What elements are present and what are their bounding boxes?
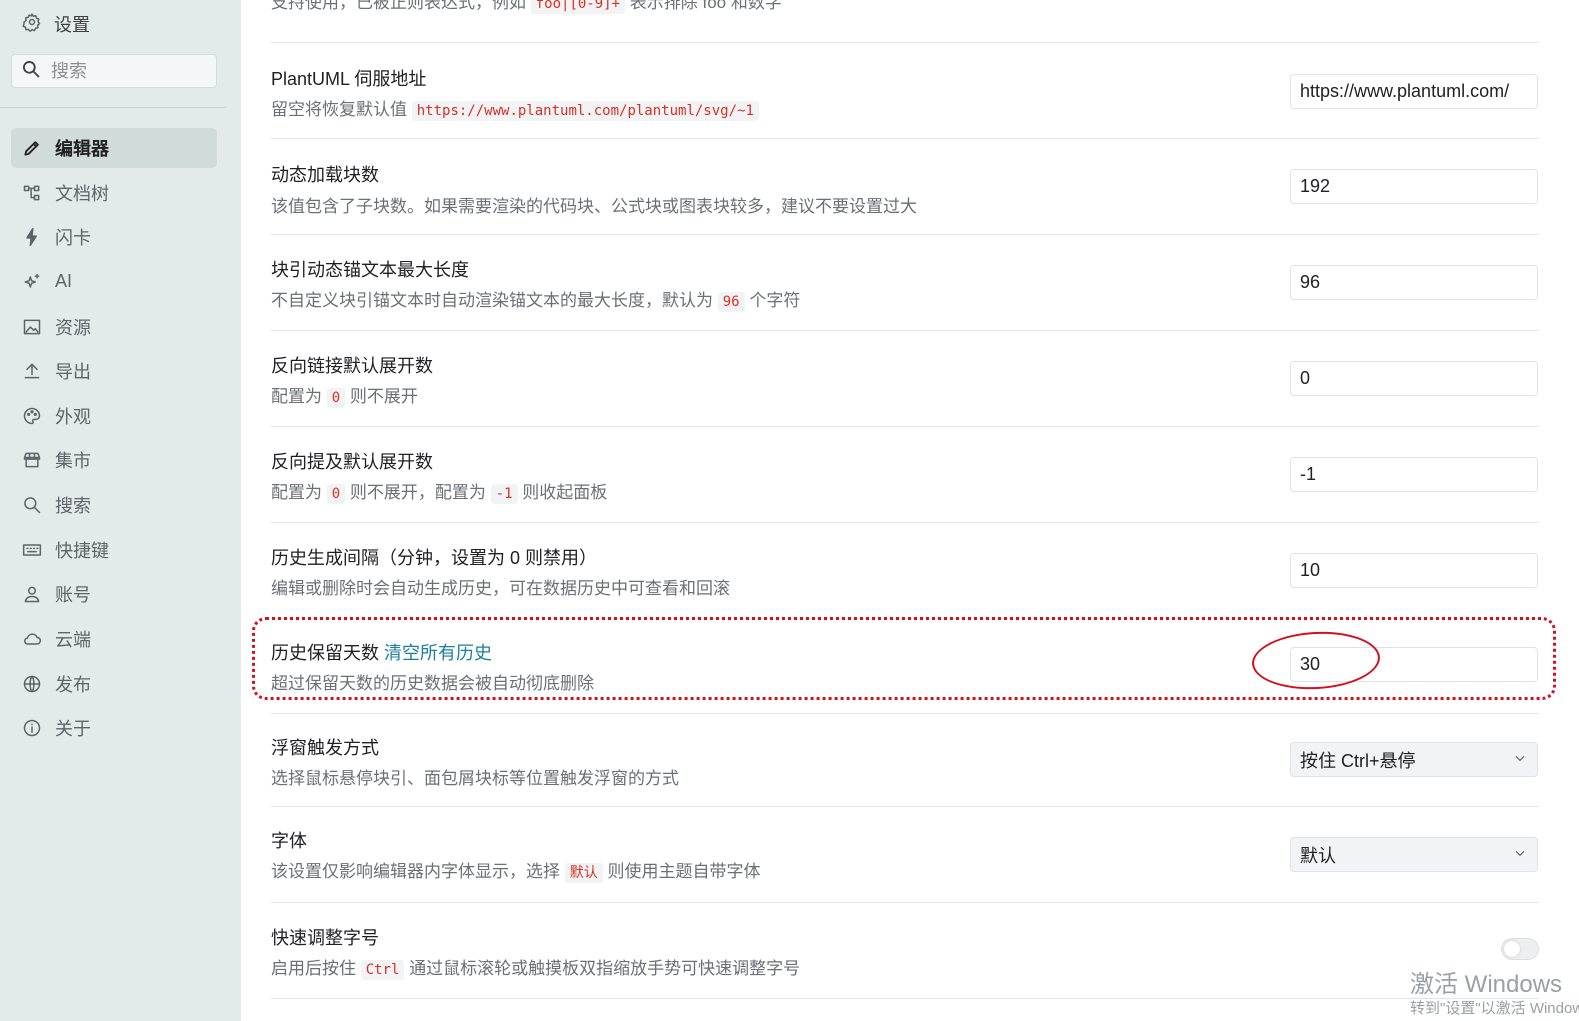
sidebar-item-label: 导出 xyxy=(55,362,91,383)
setting-label: 快速调整字号 xyxy=(271,928,379,948)
sidebar-item-search[interactable]: 搜索 xyxy=(11,485,217,525)
setting-row-plantuml: PlantUML 伺服地址 留空将恢复默认值 https://www.plant… xyxy=(271,44,1538,139)
setting-row-history-interval: 历史生成间隔（分钟，设置为 0 则禁用） 编辑或删除时会自动生成历史，可在数据历… xyxy=(271,523,1538,619)
sidebar-item-label: 搜索 xyxy=(55,496,91,517)
setting-label: 动态加载块数 xyxy=(271,165,379,185)
setting-desc: 不自定义块引锚文本时自动渲染锚文本的最大长度，默认为 96 个字符 xyxy=(271,291,801,312)
setting-label: 浮窗触发方式 xyxy=(271,738,379,758)
setting-desc: 配置为 0 则不展开，配置为 -1 则收起面板 xyxy=(271,483,608,504)
sidebar-item-label: 资源 xyxy=(55,317,91,338)
sidebar-item-label: 云端 xyxy=(55,630,91,651)
setting-label: PlantUML 伺服地址 xyxy=(271,69,427,89)
setting-desc: 支持使用，已被正则表达式，例如 foo|[0-9]+ 表示排除 foo 和数字 xyxy=(271,0,782,14)
sidebar-item-label: AI xyxy=(55,271,73,292)
setting-desc: 该值包含了子块数。如果需要渲染的代码块、公式块或图表块较多，建议不要设置过大 xyxy=(271,197,917,216)
sidebar-search-input[interactable] xyxy=(51,60,201,82)
sidebar-item-label: 集市 xyxy=(55,451,91,472)
tree-icon xyxy=(21,182,43,204)
setting-label: 反向链接默认展开数 xyxy=(271,356,433,376)
sidebar-item-label: 账号 xyxy=(55,585,91,606)
sidebar-divider xyxy=(0,107,226,108)
upload-icon xyxy=(21,360,43,382)
sidebar-item-cloud[interactable]: 云端 xyxy=(11,619,217,659)
chevron-down-icon xyxy=(1513,844,1527,865)
sparkle-icon xyxy=(21,271,43,293)
plantuml-url-input[interactable] xyxy=(1290,74,1538,109)
setting-row-quick-font-size: 快速调整字号 启用后按住 Ctrl 通过鼠标滚轮或触摸板双指缩放手势可快速调整字… xyxy=(271,903,1538,999)
sidebar-item-account[interactable]: 账号 xyxy=(11,574,217,614)
dynamic-blocks-input[interactable] xyxy=(1290,169,1538,204)
setting-label: 字体 xyxy=(271,831,307,851)
setting-row-float-trigger: 浮窗触发方式 选择鼠标悬停块引、面包屑块标等位置触发浮窗的方式 按住 Ctrl+… xyxy=(271,714,1538,807)
setting-row-anchor-length: 块引动态锚文本最大长度 不自定义块引锚文本时自动渲染锚文本的最大长度，默认为 9… xyxy=(271,235,1538,331)
setting-row-font: 字体 该设置仅影响编辑器内字体显示，选择 默认 则使用主题自带字体 默认 xyxy=(271,807,1538,903)
settings-panel: 支持使用，已被正则表达式，例如 foo|[0-9]+ 表示排除 foo 和数字 … xyxy=(241,0,1579,1021)
keyboard-icon xyxy=(21,539,43,561)
sidebar-item-editor[interactable]: 编辑器 xyxy=(11,128,217,168)
sidebar-item-doctree[interactable]: 文档树 xyxy=(11,173,217,213)
palette-icon xyxy=(21,405,43,427)
search-icon xyxy=(21,59,41,84)
image-icon xyxy=(21,316,43,338)
sidebar-item-flashcard[interactable]: 闪卡 xyxy=(11,217,217,257)
gear-icon xyxy=(22,12,42,37)
quick-font-size-toggle[interactable] xyxy=(1501,938,1539,960)
sidebar-item-label: 文档树 xyxy=(55,183,109,204)
setting-row-cut: 支持使用，已被正则表达式，例如 foo|[0-9]+ 表示排除 foo 和数字 xyxy=(271,0,1538,43)
sidebar-item-appearance[interactable]: 外观 xyxy=(11,396,217,436)
backlink-expand-input[interactable] xyxy=(1290,361,1538,396)
sidebar-item-keymap[interactable]: 快捷键 xyxy=(11,530,217,570)
info-icon xyxy=(21,717,43,739)
settings-title-text: 设置 xyxy=(54,15,90,35)
sidebar-item-assets[interactable]: 资源 xyxy=(11,307,217,347)
setting-desc: 留空将恢复默认值 https://www.plantuml.com/plantu… xyxy=(271,95,759,121)
sidebar-nav: 编辑器 文档树 闪卡 AI 资源 导出 外观 集市 搜索 快捷键 账号 云端 发… xyxy=(11,128,217,753)
sidebar-item-label: 发布 xyxy=(55,674,91,695)
store-icon xyxy=(21,449,43,471)
setting-row-backlink-expand: 反向链接默认展开数 配置为 0 则不展开 xyxy=(271,331,1538,427)
chevron-down-icon xyxy=(1513,749,1527,770)
sidebar-item-label: 闪卡 xyxy=(55,228,91,249)
sidebar-item-bazaar[interactable]: 集市 xyxy=(11,440,217,480)
float-trigger-select[interactable]: 按住 Ctrl+悬停 xyxy=(1290,742,1538,777)
font-select[interactable]: 默认 xyxy=(1290,837,1538,872)
setting-label: 块引动态锚文本最大长度 xyxy=(271,260,469,280)
sidebar-item-label: 关于 xyxy=(55,719,91,740)
sidebar-item-label: 编辑器 xyxy=(55,139,109,159)
sidebar-item-ai[interactable]: AI xyxy=(11,262,217,302)
setting-desc: 选择鼠标悬停块引、面包屑块标等位置触发浮窗的方式 xyxy=(271,769,679,788)
setting-desc: 配置为 0 则不展开 xyxy=(271,387,418,408)
setting-desc: 该设置仅影响编辑器内字体显示，选择 默认 则使用主题自带字体 xyxy=(271,862,761,883)
mention-expand-input[interactable] xyxy=(1290,457,1538,492)
windows-activation-watermark: 激活 Windows 转到"设置"以激活 Windows。 xyxy=(1410,971,1579,1017)
sidebar-item-label: 快捷键 xyxy=(55,540,109,561)
sidebar-item-label: 外观 xyxy=(55,406,91,427)
sidebar-item-about[interactable]: 关于 xyxy=(11,708,217,748)
setting-label: 历史生成间隔（分钟，设置为 0 则禁用） xyxy=(271,548,598,568)
sidebar-search[interactable] xyxy=(11,54,217,88)
history-interval-input[interactable] xyxy=(1290,553,1538,588)
user-icon xyxy=(21,583,43,605)
sidebar-item-publish[interactable]: 发布 xyxy=(11,664,217,704)
anchor-length-input[interactable] xyxy=(1290,265,1538,300)
setting-row-dynamic-blocks: 动态加载块数 该值包含了子块数。如果需要渲染的代码块、公式块或图表块较多，建议不… xyxy=(271,139,1538,235)
search-icon xyxy=(21,494,43,516)
setting-label: 反向提及默认展开数 xyxy=(271,452,433,472)
lightning-icon xyxy=(21,226,43,248)
globe-icon xyxy=(21,673,43,695)
setting-desc: 编辑或删除时会自动生成历史，可在数据历史中可查看和回滚 xyxy=(271,579,730,598)
settings-title: 设置 xyxy=(22,10,90,38)
sidebar-item-export[interactable]: 导出 xyxy=(11,351,217,391)
setting-row-mention-expand: 反向提及默认展开数 配置为 0 则不展开，配置为 -1 则收起面板 xyxy=(271,427,1538,523)
cloud-icon xyxy=(21,628,43,650)
pencil-icon xyxy=(21,137,43,159)
sidebar: 设置 编辑器 文档树 闪卡 AI 资源 导出 xyxy=(0,0,241,1021)
setting-desc: 启用后按住 Ctrl 通过鼠标滚轮或触摸板双指缩放手势可快速调整字号 xyxy=(271,959,801,980)
